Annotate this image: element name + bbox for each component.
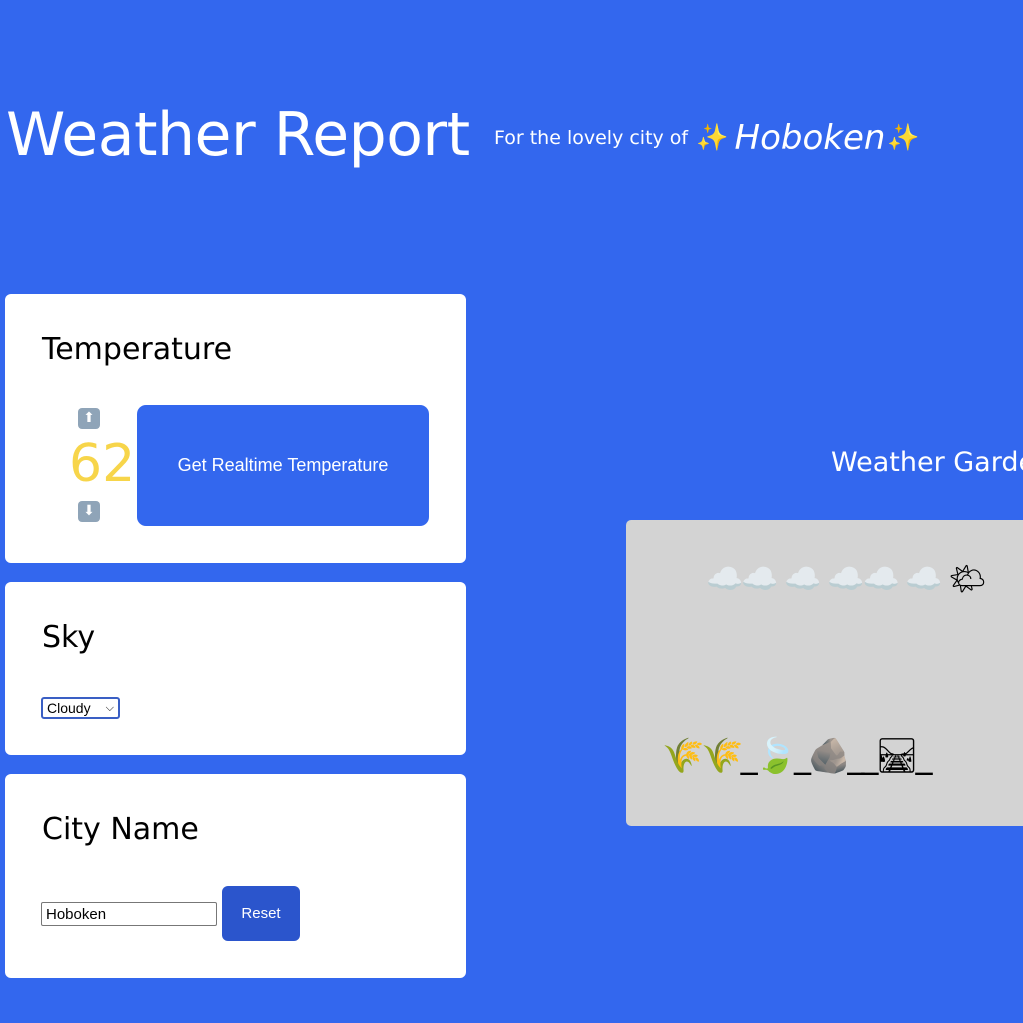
temperature-heading: Temperature xyxy=(42,332,233,367)
increase-temperature-arrow-icon[interactable]: ⬆ xyxy=(78,408,100,429)
sparkle-icon-left: ✨ xyxy=(696,123,729,153)
decrease-temperature-arrow-icon[interactable]: ⬇ xyxy=(78,501,100,522)
chevron-down-icon: ⌵ xyxy=(105,701,114,714)
sky-card: Sky Cloudy ⌵ xyxy=(5,582,466,755)
weather-garden-heading: Weather Garden xyxy=(831,447,1023,478)
subtitle-prefix: For the lovely city of xyxy=(494,127,689,149)
temperature-card: Temperature ⬆ 62 ⬇ Get Realtime Temperat… xyxy=(5,294,466,563)
sparkle-icon-right: ✨ xyxy=(887,123,920,153)
sky-select[interactable]: Cloudy ⌵ xyxy=(41,697,120,719)
sky-selected-value: Cloudy xyxy=(47,700,91,716)
header-city-name: Hoboken xyxy=(734,118,886,158)
get-realtime-temperature-button[interactable]: Get Realtime Temperature xyxy=(137,405,429,526)
weather-garden: ☁️☁️ ☁️ ☁️☁️ ☁️ 🌤 🌾🌾_🍃_🪨__🛤_ xyxy=(626,520,1023,826)
city-name-heading: City Name xyxy=(42,812,199,847)
sky-heading: Sky xyxy=(42,620,96,655)
city-subtitle: For the lovely city of ✨ Hoboken ✨ xyxy=(494,118,922,158)
temperature-value: 62 xyxy=(69,434,136,494)
garden-landscape-emojis: 🌾🌾_🍃_🪨__🛤_ xyxy=(662,736,932,776)
city-name-card: City Name Reset xyxy=(5,774,466,978)
page-title: Weather Report xyxy=(6,100,470,170)
reset-button[interactable]: Reset xyxy=(222,886,300,941)
garden-sky-emojis: ☁️☁️ ☁️ ☁️☁️ ☁️ 🌤 xyxy=(706,562,986,597)
city-name-input[interactable] xyxy=(41,902,217,926)
